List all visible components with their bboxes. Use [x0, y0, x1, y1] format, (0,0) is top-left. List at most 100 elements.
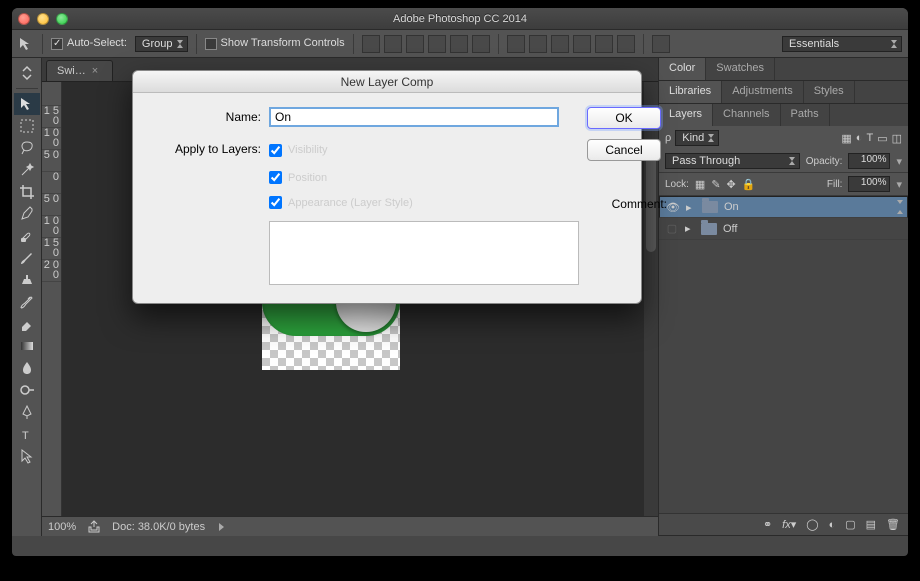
auto-align-button[interactable] — [652, 35, 670, 53]
filter-smart-icon[interactable]: ◫ — [892, 132, 902, 145]
new-layer-comp-dialog: New Layer Comp Name: OK Apply to Layers:… — [132, 70, 642, 304]
align-vcenter-button[interactable] — [384, 35, 402, 53]
ok-button[interactable]: OK — [587, 107, 661, 129]
visibility-toggle-icon[interactable]: 👁 — [666, 201, 680, 214]
dialog-title: New Layer Comp — [133, 71, 641, 93]
svg-text:T: T — [22, 430, 29, 442]
type-tool[interactable]: T — [14, 423, 40, 445]
tab-color[interactable]: Color — [659, 58, 706, 80]
brush-tool[interactable] — [14, 247, 40, 269]
auto-select-checkbox[interactable]: Auto-Select: — [51, 37, 127, 49]
pen-tool[interactable] — [14, 401, 40, 423]
layer-mask-icon[interactable]: ◯ — [806, 518, 818, 531]
doc-info-menu-icon[interactable] — [219, 523, 224, 531]
tab-toggle-icon[interactable] — [14, 62, 40, 84]
expand-collapse-icon[interactable]: ▸ — [686, 201, 696, 214]
layer-effects-icon[interactable]: fx▾ — [782, 518, 796, 531]
align-hcenter-button[interactable] — [450, 35, 468, 53]
align-buttons — [362, 35, 490, 53]
tab-channels[interactable]: Channels — [713, 104, 780, 126]
move-tool[interactable] — [14, 93, 40, 115]
fill-menu-icon[interactable]: ▾ — [896, 178, 902, 191]
doc-info[interactable]: Doc: 38.0K/0 bytes — [112, 521, 205, 533]
tab-paths[interactable]: Paths — [781, 104, 830, 126]
fill-field[interactable]: 100% — [848, 176, 890, 192]
libraries-panel-group: Libraries Adjustments Styles — [659, 81, 908, 104]
eraser-tool[interactable] — [14, 313, 40, 335]
visibility-toggle-icon[interactable]: ▢ — [665, 222, 679, 235]
lock-transparency-icon[interactable]: ▦ — [695, 178, 705, 191]
window-title: Adobe Photoshop CC 2014 — [12, 13, 908, 25]
cancel-button[interactable]: Cancel — [587, 139, 661, 161]
marquee-tool[interactable] — [14, 115, 40, 137]
crop-tool[interactable] — [14, 181, 40, 203]
layers-panel-group: Layers Channels Paths ρ Kind ▦ ◐ T ▭ ◫ P… — [659, 104, 908, 536]
tab-styles[interactable]: Styles — [804, 81, 855, 103]
export-icon[interactable] — [86, 519, 102, 535]
layer-row[interactable]: 👁 ▸ On — [659, 196, 908, 218]
filter-adjustment-icon[interactable]: ◐ — [856, 132, 863, 144]
distribute-vcenter-button[interactable] — [529, 35, 547, 53]
layer-filter-kind-select[interactable]: Kind — [675, 130, 719, 146]
opacity-menu-icon[interactable]: ▾ — [896, 155, 902, 168]
blur-tool[interactable] — [14, 357, 40, 379]
layer-name[interactable]: On — [724, 201, 739, 213]
lock-all-icon[interactable]: 🔒 — [742, 178, 756, 191]
filter-shape-icon[interactable]: ▭ — [877, 132, 887, 145]
filter-type-icon[interactable]: T — [866, 132, 873, 144]
layer-list: 👁 ▸ On ▢ ▸ Off — [659, 196, 908, 513]
gradient-tool[interactable] — [14, 335, 40, 357]
adjustment-layer-icon[interactable]: ◐ — [829, 519, 836, 531]
comment-input[interactable] — [269, 221, 579, 285]
align-top-button[interactable] — [362, 35, 380, 53]
new-group-icon[interactable]: ▢ — [845, 518, 855, 531]
lock-position-icon[interactable]: ✥ — [727, 178, 736, 191]
new-layer-icon[interactable]: ▤ — [866, 518, 876, 531]
layers-footer: ⚭ fx▾ ◯ ◐ ▢ ▤ 🗑 — [659, 513, 908, 535]
distribute-left-button[interactable] — [573, 35, 591, 53]
lock-pixels-icon[interactable]: ✎ — [711, 178, 720, 191]
opacity-field[interactable]: 100% — [848, 153, 890, 169]
align-bottom-button[interactable] — [406, 35, 424, 53]
app-window: Adobe Photoshop CC 2014 Auto-Select: Gro… — [12, 8, 908, 556]
workspace-select[interactable]: Essentials — [782, 36, 902, 52]
filter-pixels-icon[interactable]: ▦ — [841, 132, 851, 145]
healing-brush-tool[interactable] — [14, 225, 40, 247]
clone-stamp-tool[interactable] — [14, 269, 40, 291]
layer-name[interactable]: Off — [723, 223, 737, 235]
lasso-tool[interactable] — [14, 137, 40, 159]
layer-row[interactable]: ▢ ▸ Off — [659, 218, 908, 240]
distribute-hcenter-button[interactable] — [595, 35, 613, 53]
tab-libraries[interactable]: Libraries — [659, 81, 722, 103]
distribute-top-button[interactable] — [507, 35, 525, 53]
show-transform-checkbox[interactable]: Show Transform Controls — [205, 37, 345, 49]
auto-select-type-select[interactable]: Group — [135, 36, 188, 52]
history-brush-tool[interactable] — [14, 291, 40, 313]
document-tab[interactable]: Swi…× — [46, 60, 113, 81]
align-left-button[interactable] — [428, 35, 446, 53]
visibility-checkbox[interactable]: Visibility — [269, 139, 579, 161]
align-right-button[interactable] — [472, 35, 490, 53]
comment-label: Comment: — [587, 194, 667, 211]
link-layers-icon[interactable]: ⚭ — [763, 518, 772, 531]
blend-mode-select[interactable]: Pass Through — [665, 153, 800, 169]
canvas-artwork — [262, 302, 400, 370]
distribute-right-button[interactable] — [617, 35, 635, 53]
expand-collapse-icon[interactable]: ▸ — [685, 222, 695, 235]
appearance-checkbox[interactable]: Appearance (Layer Style) — [269, 194, 579, 211]
name-input[interactable] — [269, 107, 559, 127]
magic-wand-tool[interactable] — [14, 159, 40, 181]
path-selection-tool[interactable] — [14, 445, 40, 467]
position-checkbox[interactable]: Position — [269, 171, 579, 184]
dodge-tool[interactable] — [14, 379, 40, 401]
zoom-level[interactable]: 100% — [48, 521, 76, 533]
tab-layers[interactable]: Layers — [659, 104, 713, 126]
close-tab-icon[interactable]: × — [92, 65, 102, 75]
tab-adjustments[interactable]: Adjustments — [722, 81, 804, 103]
options-bar: Auto-Select: Group Show Transform Contro… — [12, 30, 908, 58]
tab-swatches[interactable]: Swatches — [706, 58, 775, 80]
delete-layer-icon[interactable]: 🗑 — [886, 518, 900, 531]
lock-label: Lock: — [665, 179, 689, 190]
distribute-bottom-button[interactable] — [551, 35, 569, 53]
eyedropper-tool[interactable] — [14, 203, 40, 225]
